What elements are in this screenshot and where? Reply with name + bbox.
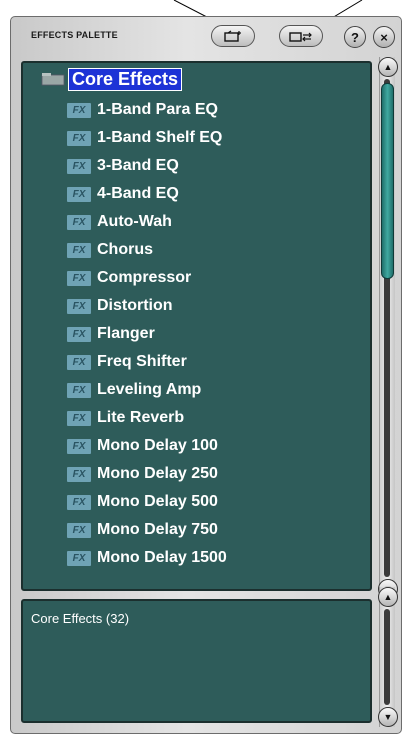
new-folder-icon: [224, 30, 241, 42]
fx-icon: FX: [67, 242, 91, 258]
scroll-up-button[interactable]: ▲: [378, 57, 398, 77]
effect-item[interactable]: FX Flanger: [67, 320, 227, 348]
effect-item-label: Flanger: [97, 325, 155, 342]
effect-item[interactable]: FX Mono Delay 100: [67, 432, 227, 460]
effect-item-label: 3-Band EQ: [97, 157, 179, 174]
effect-item[interactable]: FX Leveling Amp: [67, 376, 227, 404]
scroll-thumb[interactable]: [381, 83, 394, 279]
effects-tree: Core Effects FX 1-Band Para EQ FX 1-Band Sh…: [21, 61, 372, 591]
fx-icon: FX: [67, 130, 91, 146]
fx-icon: FX: [67, 438, 91, 454]
effect-item[interactable]: FX Mono Delay 750: [67, 516, 227, 544]
tree-root-core-effects[interactable]: Core Effects: [41, 67, 183, 91]
effect-item[interactable]: FX Mono Delay 1500: [67, 544, 227, 572]
move-item-button[interactable]: [279, 25, 323, 47]
effect-item-label: Mono Delay 250: [97, 465, 218, 482]
effect-item-label: Mono Delay 1500: [97, 549, 227, 566]
status-scrollbar[interactable]: ▲ ▼: [378, 587, 398, 727]
window-title: EFFECTS PALETTE: [31, 30, 118, 40]
close-button[interactable]: ×: [373, 26, 395, 48]
fx-icon: FX: [67, 298, 91, 314]
move-icon: [289, 32, 312, 42]
effect-item-label: Distortion: [97, 297, 173, 314]
effects-list: FX 1-Band Para EQ FX 1-Band Shelf EQ FX 3-Ban…: [67, 96, 227, 572]
tree-scrollbar[interactable]: ▲ ▼: [378, 57, 398, 599]
fx-icon: FX: [67, 550, 91, 566]
status-panel: Core Effects (32): [21, 599, 372, 723]
effect-item[interactable]: FX Chorus: [67, 236, 227, 264]
effect-item-label: Mono Delay 100: [97, 437, 218, 454]
effect-item[interactable]: FX 4-Band EQ: [67, 180, 227, 208]
effect-item[interactable]: FX Freq Shifter: [67, 348, 227, 376]
effect-item[interactable]: FX Auto-Wah: [67, 208, 227, 236]
effect-item-label: Freq Shifter: [97, 353, 187, 370]
effect-item[interactable]: FX Lite Reverb: [67, 404, 227, 432]
effect-item-label: Compressor: [97, 269, 192, 286]
status-scroll-up-button[interactable]: ▲: [378, 587, 398, 607]
effect-item[interactable]: FX Mono Delay 500: [67, 488, 227, 516]
effect-item-label: 1-Band Para EQ: [97, 101, 218, 118]
status-scroll-down-button[interactable]: ▼: [378, 707, 398, 727]
effect-item-label: Lite Reverb: [97, 409, 185, 426]
effect-item-label: 1-Band Shelf EQ: [97, 129, 223, 146]
effect-item[interactable]: FX Compressor: [67, 264, 227, 292]
fx-icon: FX: [67, 466, 91, 482]
status-text: Core Effects (32): [31, 611, 130, 626]
fx-icon: FX: [67, 522, 91, 538]
status-scroll-track[interactable]: [384, 609, 390, 705]
fx-icon: FX: [67, 410, 91, 426]
fx-icon: FX: [67, 186, 91, 202]
effect-item[interactable]: FX 3-Band EQ: [67, 152, 227, 180]
effects-palette-window: EFFECTS PALETTE ? × Core Effects FX 1-Ba…: [10, 16, 402, 734]
effect-item-label: Mono Delay 500: [97, 493, 218, 510]
fx-icon: FX: [67, 102, 91, 118]
fx-icon: FX: [67, 326, 91, 342]
effect-item-label: Chorus: [97, 241, 153, 258]
tree-root-label: Core Effects: [67, 67, 183, 91]
close-icon: ×: [380, 29, 388, 45]
fx-icon: FX: [67, 354, 91, 370]
fx-icon: FX: [67, 214, 91, 230]
help-icon: ?: [351, 29, 359, 45]
fx-icon: FX: [67, 494, 91, 510]
folder-icon: [41, 73, 65, 86]
effect-item[interactable]: FX 1-Band Para EQ: [67, 96, 227, 124]
effect-item[interactable]: FX Distortion: [67, 292, 227, 320]
effect-item-label: Auto-Wah: [97, 213, 172, 230]
title-bar: EFFECTS PALETTE ? ×: [11, 17, 401, 55]
fx-icon: FX: [67, 270, 91, 286]
effect-item-label: 4-Band EQ: [97, 185, 179, 202]
effect-item[interactable]: FX 1-Band Shelf EQ: [67, 124, 227, 152]
effect-item-label: Leveling Amp: [97, 381, 202, 398]
effect-item[interactable]: FX Mono Delay 250: [67, 460, 227, 488]
help-button[interactable]: ?: [344, 26, 366, 48]
new-folder-button[interactable]: [211, 25, 255, 47]
fx-icon: FX: [67, 158, 91, 174]
effect-item-label: Mono Delay 750: [97, 521, 218, 538]
fx-icon: FX: [67, 382, 91, 398]
